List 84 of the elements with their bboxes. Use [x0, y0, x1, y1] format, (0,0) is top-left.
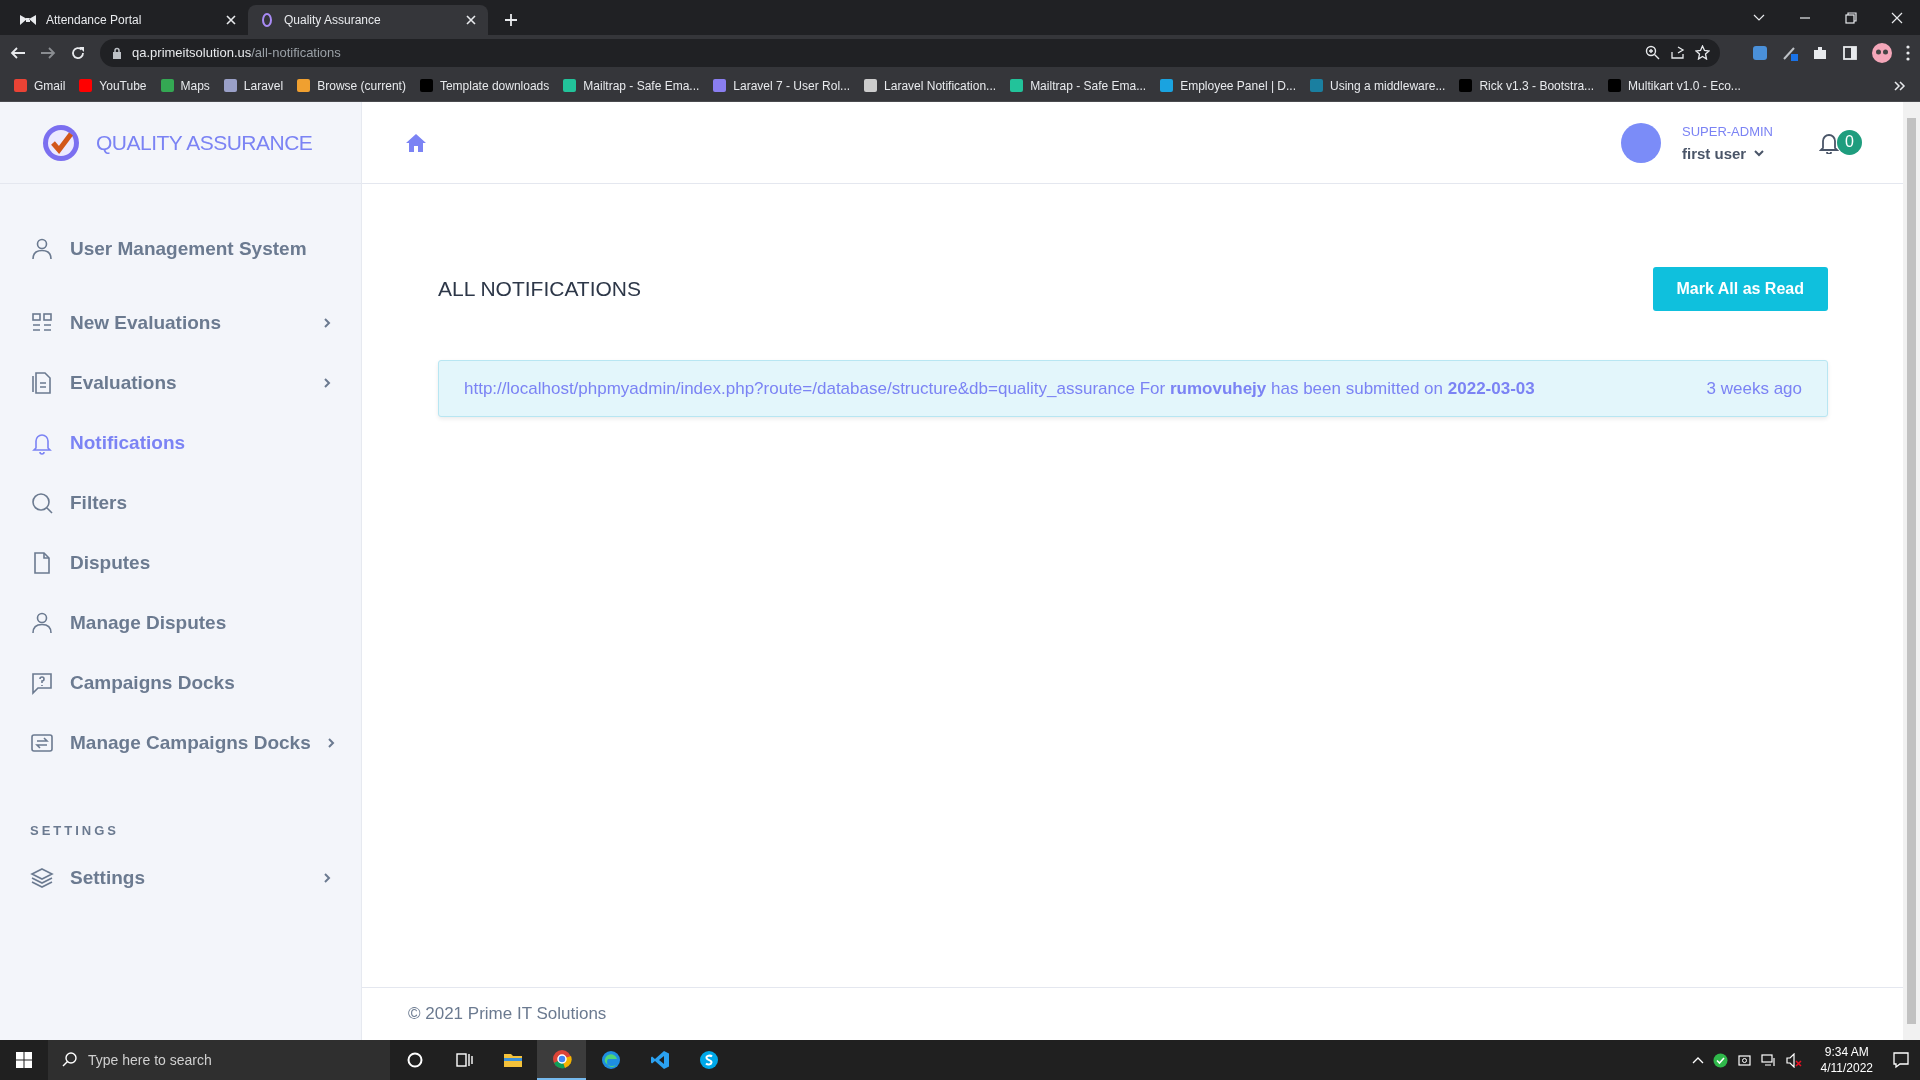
windows-start-icon[interactable]: [16, 1052, 32, 1068]
bookmark-link[interactable]: YouTube: [79, 78, 147, 93]
share-icon[interactable]: [1670, 45, 1685, 60]
bookmark-link[interactable]: Rick v1.3 - Bootstra...: [1459, 78, 1595, 93]
user-role: SUPER-ADMIN: [1682, 123, 1773, 139]
bookmark-link[interactable]: Mailtrap - Safe Ema...: [1010, 78, 1147, 93]
extension-badge-icon[interactable]: [1752, 44, 1768, 61]
bell-icon: [30, 431, 54, 455]
wave-globe-icon[interactable]: [600, 1050, 621, 1070]
page-title: ALL NOTIFICATIONS: [438, 277, 642, 301]
zoom-icon[interactable]: [1645, 45, 1660, 60]
close-icon[interactable]: [226, 15, 236, 25]
bookmark-link[interactable]: Laravel Notification...: [864, 78, 997, 93]
question-bubble-icon: [30, 671, 54, 695]
document-icon: [30, 371, 54, 395]
bell-icon[interactable]: [1819, 131, 1839, 154]
bookmark-link[interactable]: Browse (current): [297, 78, 406, 93]
bookmark-link[interactable]: Laravel: [223, 78, 284, 93]
forward-arrow-icon[interactable]: [40, 44, 56, 61]
notification-text: http://localhost/phpmyadmin/index.php?route=/database/structure&db=quality_assurance For rumovuhejy has been submitted on 2022-03-03: [464, 378, 1535, 399]
home-icon[interactable]: [406, 133, 426, 152]
network-icon[interactable]: [1760, 1052, 1777, 1068]
layers-icon: [30, 866, 54, 890]
browser-icon[interactable]: [551, 1049, 572, 1069]
reload-icon[interactable]: [70, 44, 86, 61]
sidebar-menu-item[interactable]: New Evaluations: [30, 293, 361, 353]
puzzle-icon[interactable]: [1812, 44, 1828, 61]
star-icon[interactable]: [1695, 45, 1710, 60]
bookmark-link[interactable]: Gmail: [14, 78, 66, 93]
restore-icon[interactable]: [1844, 10, 1858, 25]
browser-tab[interactable]: Attendance Portal: [8, 5, 248, 35]
avatar-circle: [1621, 122, 1661, 163]
side-panel-icon[interactable]: [1842, 44, 1858, 61]
taskbar-time: 9:34 AM: [1824, 1045, 1869, 1059]
section-heading: SETTINGS: [30, 823, 120, 838]
sidebar-menu-item[interactable]: Disputes: [30, 533, 361, 593]
speaker-muted-icon[interactable]: [1785, 1052, 1802, 1068]
user-menu[interactable]: first user: [1682, 144, 1773, 162]
address-bar[interactable]: qa.primeitsolution.us/all-notifications: [100, 38, 1720, 67]
lock-icon: [112, 46, 122, 59]
scrollbar[interactable]: [1903, 102, 1920, 1040]
bowtie-icon: [20, 15, 36, 25]
bookmark-link[interactable]: Multikart v1.0 - Eco...: [1608, 78, 1741, 93]
shield-check-icon[interactable]: [1712, 1052, 1728, 1068]
camera-icon[interactable]: [1736, 1052, 1752, 1068]
sidebar-menu-item[interactable]: Filters: [30, 473, 361, 533]
search-icon: [30, 491, 54, 515]
taskbar-date: 4/11/2022: [1820, 1061, 1873, 1075]
circle-icon: [260, 13, 274, 27]
bookmark-link[interactable]: Laravel 7 - User Rol...: [713, 78, 851, 93]
sidebar-menu-item[interactable]: Campaigns Docks: [30, 653, 361, 713]
profile-avatar-icon[interactable]: [1872, 42, 1892, 63]
back-arrow-icon[interactable]: [10, 44, 26, 61]
taskbar-search-field[interactable]: Type here to search: [48, 1040, 390, 1080]
sidebar-menu-item[interactable]: Manage Disputes: [30, 593, 361, 653]
footer-copyright: © 2021 Prime IT Solutions: [408, 1004, 607, 1024]
more-menu-icon[interactable]: [1906, 44, 1910, 61]
chat-s-icon[interactable]: [698, 1050, 719, 1070]
bookmark-link[interactable]: Mailtrap - Safe Ema...: [563, 78, 700, 93]
close-icon[interactable]: [1890, 10, 1904, 25]
notification-count-badge: 0: [1837, 129, 1862, 155]
plus-icon[interactable]: [504, 13, 518, 27]
chevron-down-icon: [1754, 149, 1765, 157]
bookmark-link[interactable]: Using a middleware...: [1310, 78, 1446, 93]
browser-tab[interactable]: Quality Assurance: [248, 5, 488, 35]
notification-time: 3 weeks ago: [1706, 378, 1802, 399]
checkmark-badge-logo: [42, 123, 80, 162]
bookmark-link[interactable]: Template downloads: [419, 78, 550, 93]
person-icon: [30, 237, 54, 261]
person-icon: [30, 611, 54, 635]
sidebar-menu-item[interactable]: Settings: [30, 848, 361, 908]
task-view-icon[interactable]: [453, 1050, 474, 1070]
app-logo-text: QUALITY ASSURANCE: [96, 130, 313, 155]
notification-center-icon[interactable]: [1892, 1051, 1910, 1069]
sidebar-menu-item[interactable]: Manage Campaigns Docks: [30, 713, 361, 773]
sidebar-menu-item[interactable]: Evaluations: [30, 353, 361, 413]
caret-up-icon[interactable]: [1691, 1056, 1704, 1064]
bookmark-link[interactable]: Employee Panel | D...: [1160, 78, 1296, 93]
bookmark-link[interactable]: Maps: [160, 78, 210, 93]
arrows-icon: [30, 731, 54, 755]
close-icon[interactable]: [466, 15, 476, 25]
code-editor-icon[interactable]: [649, 1050, 670, 1070]
double-chevron-icon[interactable]: [1894, 80, 1906, 91]
sidebar-menu-item[interactable]: User Management System: [30, 219, 361, 279]
